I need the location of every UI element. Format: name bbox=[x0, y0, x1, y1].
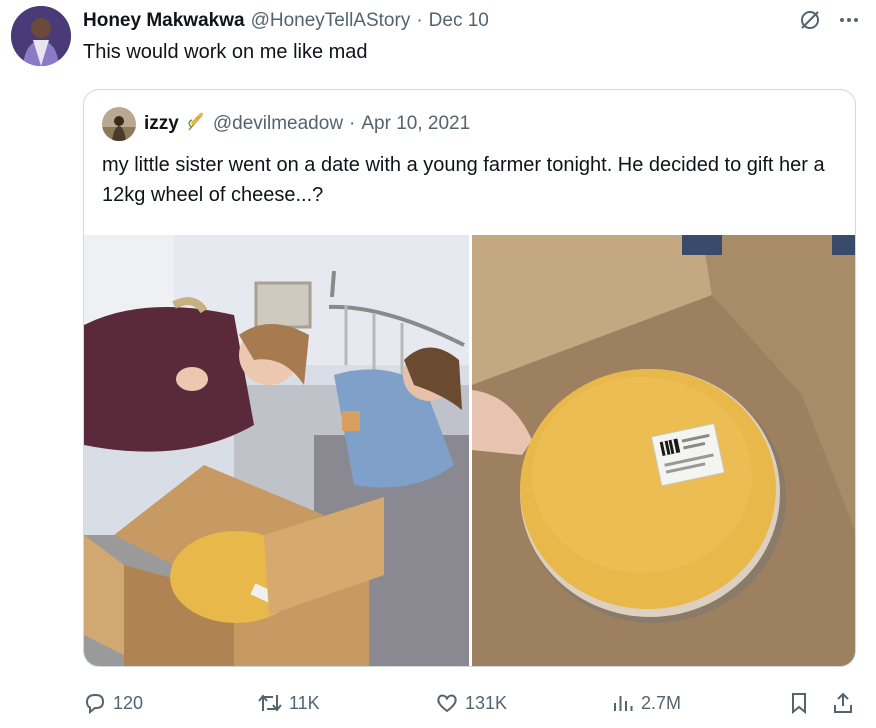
reply-count: 120 bbox=[113, 692, 144, 713]
quoted-tweet-date[interactable]: Apr 10, 2021 bbox=[361, 113, 470, 135]
views-icon bbox=[614, 696, 633, 711]
quoted-avatar bbox=[102, 107, 136, 141]
like-button[interactable]: 131K bbox=[435, 688, 507, 718]
wheat-emoji-icon bbox=[185, 110, 207, 138]
tweet-header: Honey Makwakwa @HoneyTellAStory · Dec 10 bbox=[83, 8, 489, 34]
share-icon bbox=[834, 692, 852, 713]
quoted-tweet[interactable]: izzy @devilmeadow · Apr 10, 2021 my litt… bbox=[83, 89, 856, 667]
quoted-author-handle[interactable]: @devilmeadow bbox=[213, 113, 343, 135]
author-name[interactable]: Honey Makwakwa bbox=[83, 10, 245, 32]
quoted-tweet-header: izzy @devilmeadow · Apr 10, 2021 bbox=[102, 106, 470, 142]
reply-icon bbox=[85, 694, 105, 715]
top-right-actions bbox=[798, 8, 860, 32]
view-count: 2.7M bbox=[641, 692, 682, 713]
quoted-author-name[interactable]: izzy bbox=[144, 113, 179, 135]
repost-icon bbox=[258, 694, 282, 712]
more-icon[interactable] bbox=[838, 9, 860, 31]
repost-count: 11K bbox=[289, 692, 320, 713]
avatar[interactable] bbox=[11, 6, 71, 66]
like-count: 131K bbox=[465, 692, 508, 713]
tweet-text: This would work on me like mad bbox=[83, 41, 368, 63]
tweet-action-bar: 120 11K 131K 2.7M bbox=[83, 688, 858, 718]
bookmark-button[interactable] bbox=[787, 688, 811, 718]
slashed-circle-icon[interactable] bbox=[798, 8, 822, 32]
tweet-date[interactable]: Dec 10 bbox=[429, 10, 489, 32]
photo-cheese-wheel-in-box[interactable] bbox=[472, 235, 855, 666]
quoted-header-separator: · bbox=[349, 113, 356, 134]
share-button[interactable] bbox=[831, 688, 855, 718]
bookmark-icon bbox=[792, 693, 806, 715]
header-separator: · bbox=[416, 10, 423, 31]
author-handle[interactable]: @HoneyTellAStory bbox=[251, 10, 411, 32]
repost-button[interactable]: 11K bbox=[257, 688, 320, 718]
photo-sisters-with-cheese[interactable] bbox=[84, 235, 469, 666]
reply-button[interactable]: 120 bbox=[83, 688, 143, 718]
heart-icon bbox=[437, 694, 457, 713]
views-button[interactable]: 2.7M bbox=[611, 688, 681, 718]
quoted-tweet-text: my little sister went on a date with a y… bbox=[102, 154, 825, 206]
media-grid bbox=[84, 235, 855, 666]
